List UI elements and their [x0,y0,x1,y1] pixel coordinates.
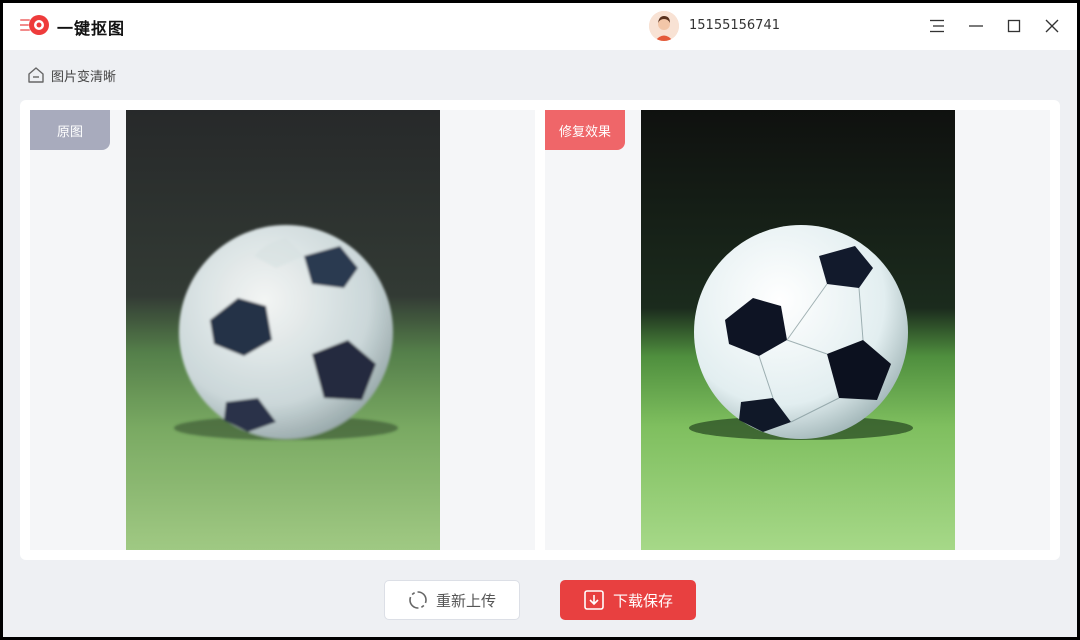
refresh-icon [408,590,428,610]
original-panel: 原图 [30,110,535,550]
avatar[interactable] [649,11,679,41]
save-button[interactable]: 下载保存 [560,580,696,620]
menu-icon[interactable] [926,15,948,37]
logo-icon [20,15,49,35]
app-window: 一键抠图 15155156741 图片变清晰 原图 修复效果 重新上传 下载保存 [3,3,1077,637]
user-phone[interactable]: 15155156741 [689,18,780,33]
minimize-icon[interactable] [965,15,987,37]
breadcrumb-label[interactable]: 图片变清晰 [51,66,116,85]
comparison-card: 原图 修复效果 [20,100,1060,560]
result-panel: 修复效果 [545,110,1050,550]
original-image [126,110,440,550]
breadcrumb[interactable]: 图片变清晰 [27,65,116,85]
app-title: 一键抠图 [57,19,126,38]
save-label: 下载保存 [612,591,673,610]
title-bar: 一键抠图 15155156741 [3,3,1077,50]
home-icon[interactable] [27,66,45,84]
close-icon[interactable] [1041,15,1063,37]
maximize-icon[interactable] [1003,15,1025,37]
result-tag: 修复效果 [545,110,625,150]
original-tag: 原图 [30,110,110,150]
reupload-button[interactable]: 重新上传 [384,580,520,620]
result-image [641,110,955,550]
reupload-label: 重新上传 [435,591,496,610]
download-icon [583,589,605,611]
